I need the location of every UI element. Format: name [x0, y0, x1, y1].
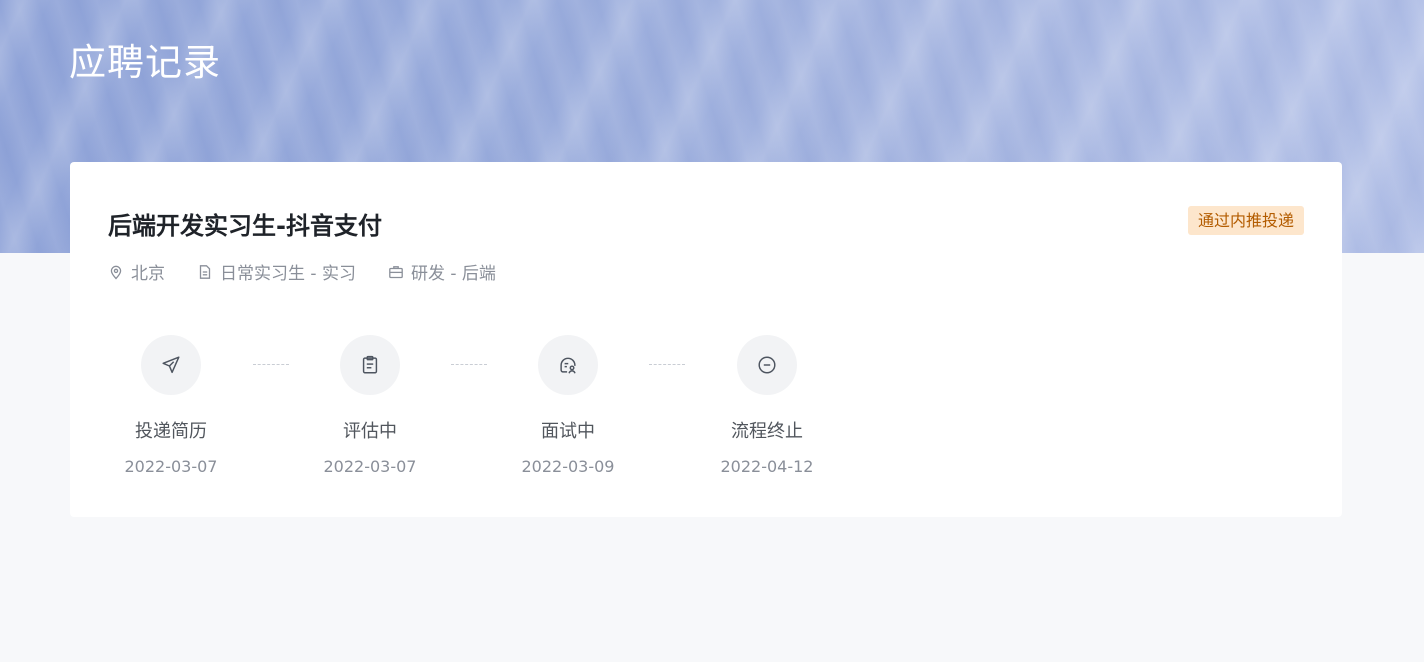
briefcase-icon [389, 265, 403, 278]
job-title[interactable]: 后端开发实习生-抖音支付 [108, 206, 382, 241]
meta-job-type: 日常实习生 - 实习 [197, 259, 356, 284]
step-label: 面试中 [541, 421, 595, 442]
meta-category: 研发 - 后端 [388, 259, 496, 284]
step-icon-circle [340, 335, 400, 395]
step-date: 2022-03-07 [323, 457, 417, 476]
status-badge: 通过内推投递 [1187, 206, 1304, 235]
step-icon-circle [737, 335, 797, 395]
location-pin-icon [110, 265, 122, 279]
page-title: 应聘记录 [69, 41, 221, 84]
step-interviewing: 面试中 2022-03-09 [505, 335, 631, 476]
step-label: 流程终止 [731, 421, 803, 442]
step-submit-resume: 投递简历 2022-03-07 [108, 335, 234, 476]
interview-icon [560, 357, 576, 374]
step-label: 投递简历 [135, 421, 207, 442]
job-meta: 北京 日常实习生 - 实习 研发 - 后端 [108, 259, 528, 284]
step-connector [649, 364, 685, 365]
job-type-text: 日常实习生 - 实习 [220, 264, 356, 284]
progress-steps: 投递简历 2022-03-07 评估中 2022-03-07 面试中 2022-… [108, 335, 848, 485]
minus-circle-icon [758, 356, 776, 374]
step-connector [451, 364, 487, 365]
meta-location: 北京 [108, 259, 165, 284]
application-card[interactable]: 后端开发实习生-抖音支付 通过内推投递 北京 日常实习生 - 实习 研发 - 后… [70, 162, 1342, 517]
step-icon-circle [141, 335, 201, 395]
step-evaluating: 评估中 2022-03-07 [307, 335, 433, 476]
step-terminated: 流程终止 2022-04-12 [704, 335, 830, 476]
step-date: 2022-03-07 [124, 457, 218, 476]
step-icon-circle [538, 335, 598, 395]
paper-plane-icon [162, 356, 180, 374]
step-label: 评估中 [343, 421, 397, 442]
location-text: 北京 [131, 264, 165, 284]
step-date: 2022-04-12 [720, 457, 814, 476]
category-text: 研发 - 后端 [410, 264, 496, 284]
document-icon [199, 264, 211, 279]
clipboard-icon [362, 355, 378, 374]
step-connector [253, 364, 289, 365]
step-date: 2022-03-09 [521, 457, 615, 476]
